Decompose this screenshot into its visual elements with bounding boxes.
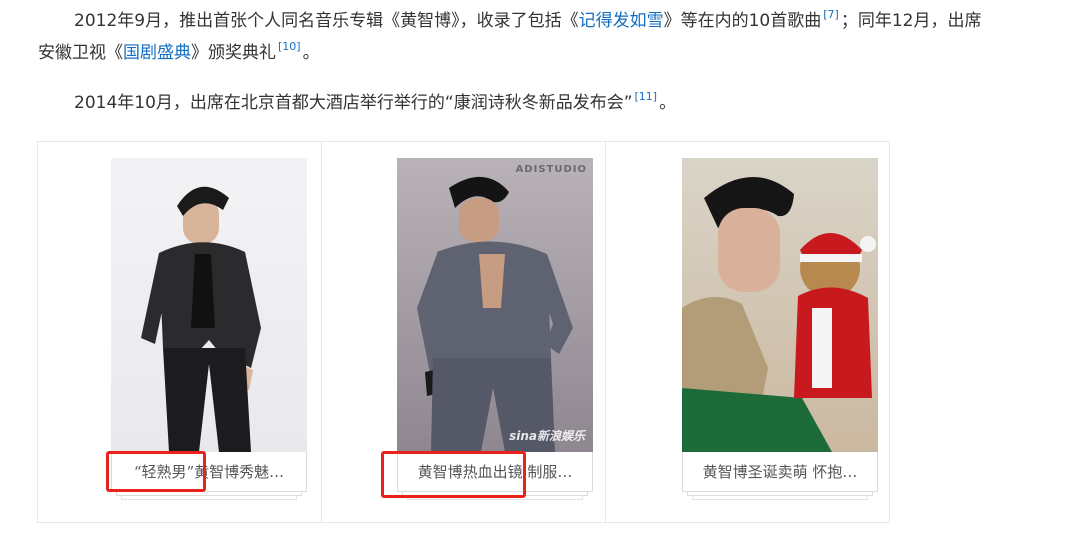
album-photo-2[interactable]: ADISTUDIO sina新浪娱乐 <box>397 158 593 452</box>
text: 。 <box>302 43 320 63</box>
album-card[interactable]: “轻熟男”黄智博秀魅… <box>111 158 307 500</box>
show-link[interactable]: 国剧盛典 <box>123 43 191 63</box>
album-card[interactable]: ADISTUDIO sina新浪娱乐 黄智博热血出镜 制服… <box>397 158 593 500</box>
paragraph-2: 2014年10月，出席在北京首都大酒店举行举行的“康润诗秋冬新品发布会” [11]… <box>38 87 1078 119</box>
text: 》颁奖典礼 <box>191 43 276 63</box>
paragraph-1-line-2: 安徽卫视《国剧盛典》颁奖典礼 [10]。 <box>38 37 1078 69</box>
highlight-box-2 <box>381 451 526 498</box>
reference-link-10[interactable]: [10] <box>278 40 301 53</box>
stack-edge <box>692 496 868 500</box>
text: 安徽卫视《 <box>38 43 123 63</box>
stack-edge <box>121 496 297 500</box>
text: 2012年9月，推出首张个人同名音乐专辑《黄智博》，收录了包括《 <box>74 11 579 31</box>
paragraph-1-line-1: 2012年9月，推出首张个人同名音乐专辑《黄智博》，收录了包括《记得发如雪》等在… <box>38 5 1078 37</box>
highlight-box-1 <box>106 451 206 492</box>
album-photo-3[interactable] <box>682 158 878 452</box>
album-photo-1[interactable] <box>111 158 307 452</box>
album-card[interactable]: 黄智博圣诞卖萌 怀抱… <box>682 158 878 500</box>
album-item[interactable]: 黄智博圣诞卖萌 怀抱… <box>606 142 890 522</box>
text: ；同年12月，出席 <box>840 11 982 31</box>
watermark-studio: ADISTUDIO <box>515 164 587 175</box>
reference-link-7[interactable]: [7] <box>823 8 839 21</box>
reference-link-11[interactable]: [11] <box>635 90 658 103</box>
watermark-sina: sina新浪娱乐 <box>509 429 585 443</box>
text: 2014年10月，出席在北京首都大酒店举行举行的“康润诗秋冬新品发布会” <box>74 93 633 113</box>
song-link[interactable]: 记得发如雪 <box>579 11 664 31</box>
text: 。 <box>659 93 677 113</box>
album-caption[interactable]: 黄智博圣诞卖萌 怀抱… <box>682 452 878 492</box>
text: 》等在内的10首歌曲 <box>663 11 822 31</box>
